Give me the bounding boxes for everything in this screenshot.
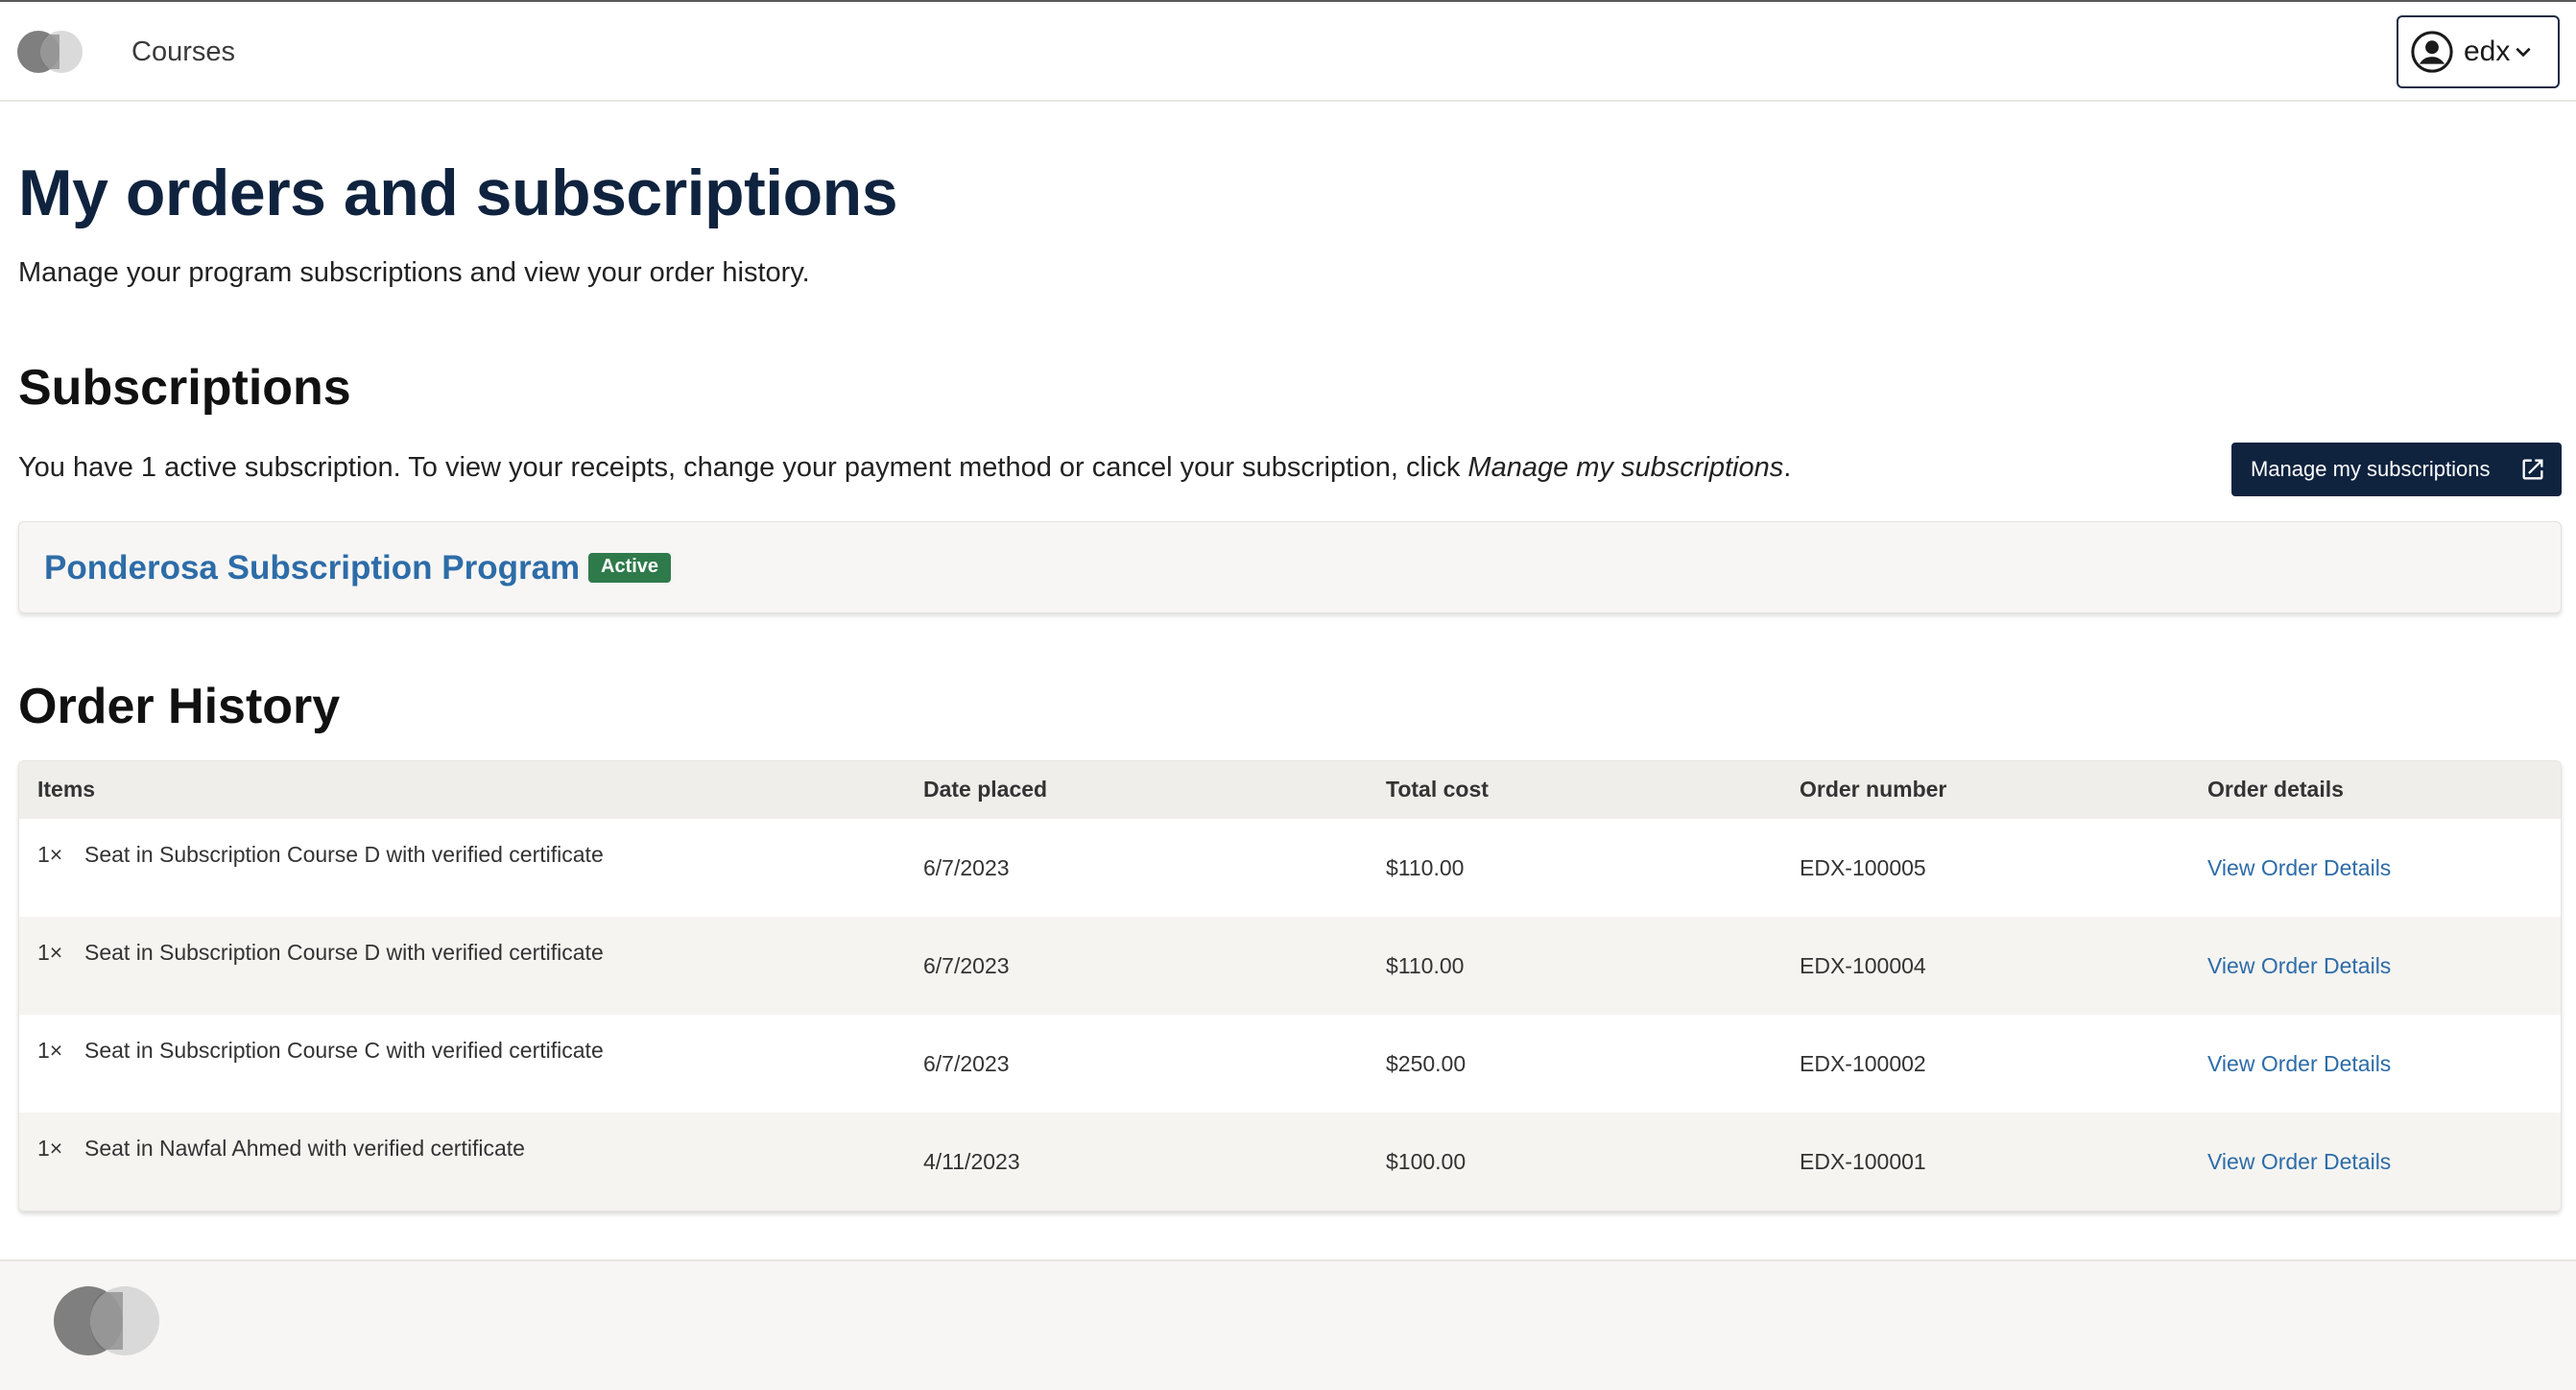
subscriptions-desc-emphasis: Manage my subscriptions [1467,452,1784,483]
nav-courses-link[interactable]: Courses [131,36,235,68]
view-order-details-link[interactable]: View Order Details [2207,953,2391,979]
subscriptions-desc-prefix: You have 1 active subscription. To view … [18,452,1468,483]
column-header-items: Items [37,777,96,802]
subscriptions-heading: Subscriptions [18,360,351,416]
column-header-order-details: Order details [2207,777,2344,802]
date-placed: 4/11/2023 [923,1149,1020,1174]
site-header: Courses edx [0,2,2576,102]
subscriptions-desc-suffix: . [1783,452,1792,483]
subscriptions-description: You have 1 active subscription. To view … [18,452,1791,484]
item-name: Seat in Subscription Course C with verif… [84,1038,604,1063]
logo-overlap [40,35,60,69]
order-number: EDX-100001 [1800,1149,1926,1174]
order-number: EDX-100005 [1800,855,1926,880]
order-history-heading: Order History [18,679,341,734]
page: Courses edx My orders and subscriptions … [0,0,2576,1390]
status-badge: Active [588,553,672,583]
logo-icon[interactable] [17,31,83,73]
page-subtitle: Manage your program subscriptions and vi… [18,257,810,288]
item-quantity: 1× [37,842,63,867]
external-link-icon [2522,459,2543,480]
column-header-cost: Total cost [1386,777,1489,802]
chevron-down-icon [2516,47,2531,58]
date-placed: 6/7/2023 [923,1051,1010,1076]
item-quantity: 1× [37,1136,63,1161]
view-order-details-link[interactable]: View Order Details [2207,1149,2391,1175]
username-label: edx [2464,36,2511,67]
column-header-order-number: Order number [1800,777,1947,802]
item-name: Seat in Subscription Course D with verif… [84,842,604,867]
account-circle-icon [2411,31,2453,73]
column-header-date: Date placed [923,777,1048,802]
total-cost: $110.00 [1386,953,1465,978]
order-history-table: Items Date placed Total cost Order numbe… [18,760,2562,1211]
page-title: My orders and subscriptions [18,156,898,229]
footer-logo-icon[interactable] [54,1286,161,1357]
item-quantity: 1× [37,940,63,965]
manage-subscriptions-button[interactable]: Manage my subscriptions [2231,443,2562,496]
logo-overlap [90,1292,123,1350]
order-number: EDX-100004 [1800,953,1926,978]
site-footer [0,1259,2576,1390]
total-cost: $100.00 [1386,1149,1467,1174]
item-quantity: 1× [37,1038,63,1063]
user-menu-button[interactable]: edx [2397,15,2560,88]
date-placed: 6/7/2023 [923,855,1010,880]
total-cost: $110.00 [1386,855,1465,880]
view-order-details-link[interactable]: View Order Details [2207,1051,2391,1077]
order-number: EDX-100002 [1800,1051,1926,1076]
item-name: Seat in Subscription Course D with verif… [84,940,604,965]
view-order-details-link[interactable]: View Order Details [2207,855,2391,881]
table-row: 1× Seat in Subscription Course D with ve… [19,819,2561,917]
total-cost: $250.00 [1386,1051,1467,1076]
table-row: 1× Seat in Subscription Course C with ve… [19,1015,2561,1113]
date-placed: 6/7/2023 [923,953,1010,978]
item-name: Seat in Nawfal Ahmed with verified certi… [84,1136,525,1161]
subscription-program-link[interactable]: Ponderosa Subscription Program [44,549,580,587]
table-header: Items Date placed Total cost Order numbe… [19,761,2561,819]
subscription-card: Ponderosa Subscription Program Active [18,521,2562,613]
table-row: 1× Seat in Nawfal Ahmed with verified ce… [19,1113,2561,1210]
manage-subscriptions-label: Manage my subscriptions [2251,457,2491,481]
table-row: 1× Seat in Subscription Course D with ve… [19,917,2561,1015]
